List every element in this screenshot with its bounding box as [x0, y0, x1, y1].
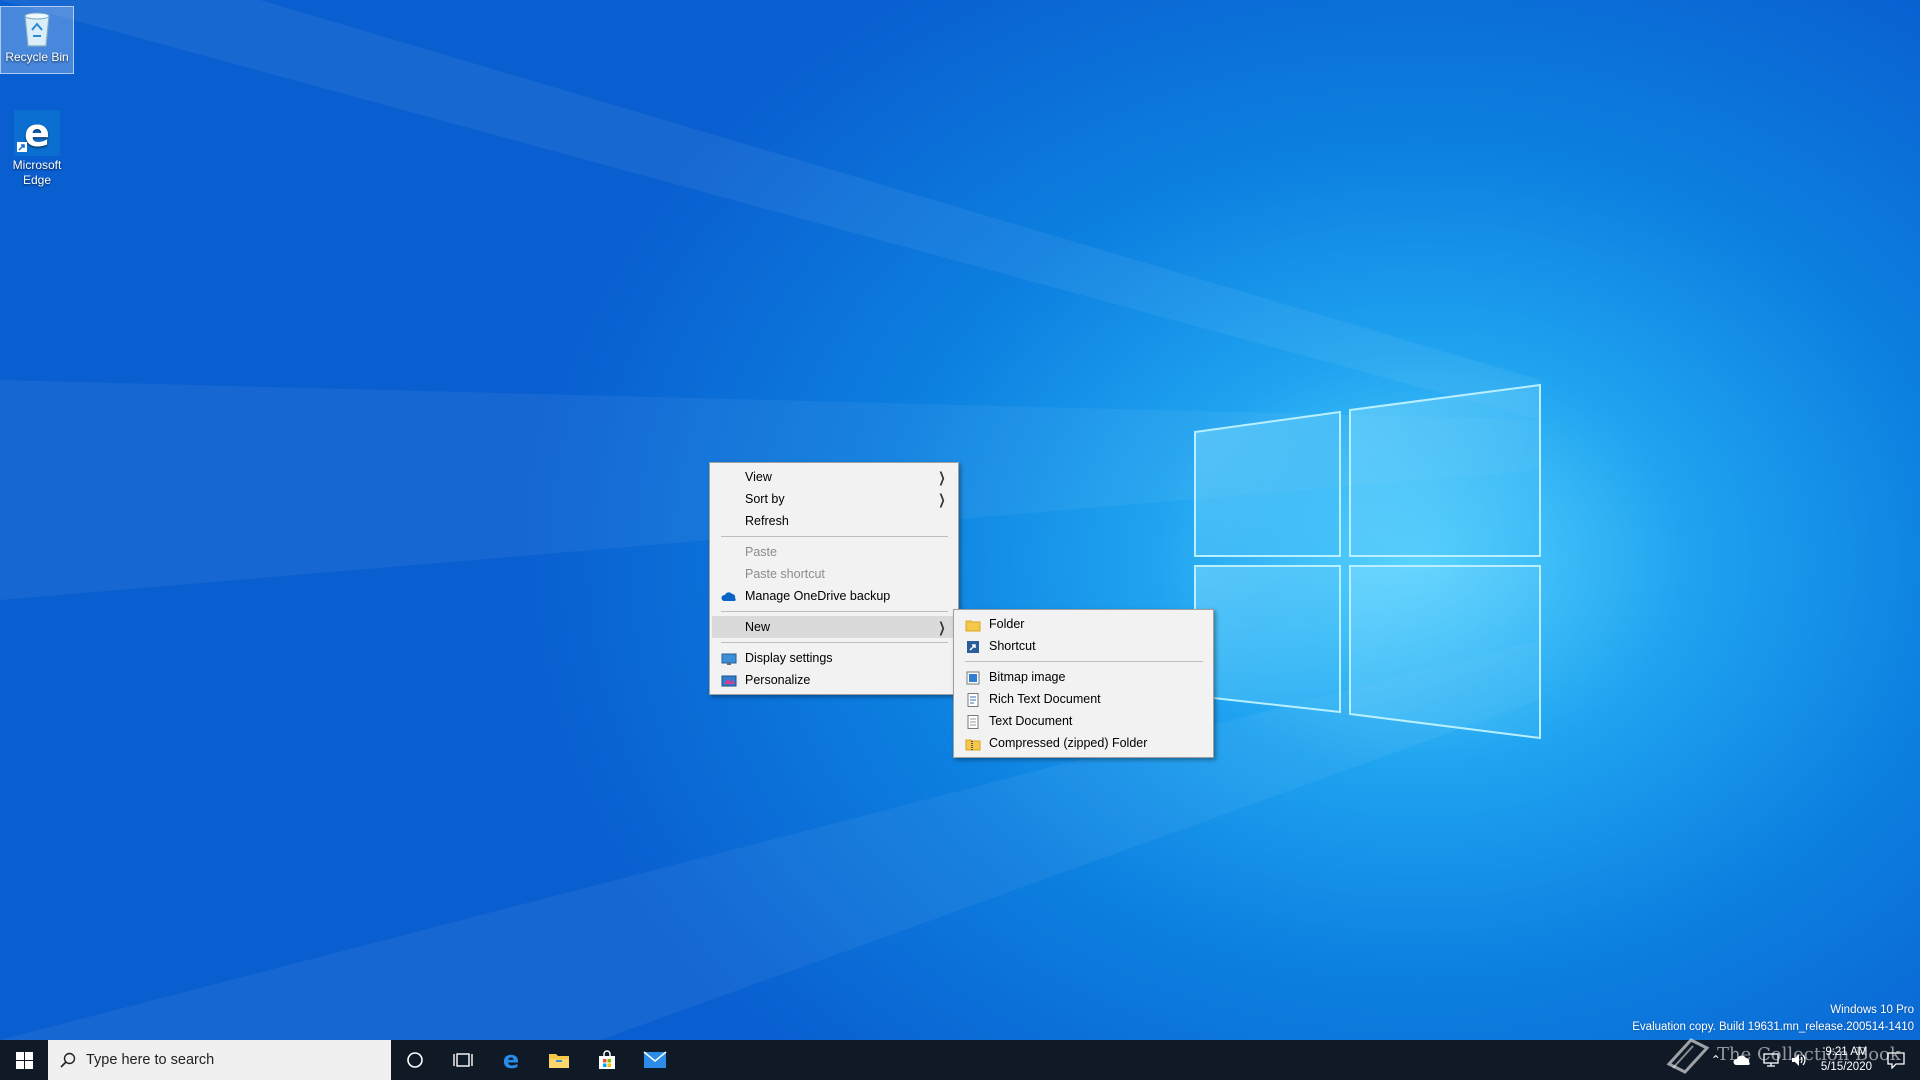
- taskbar-file-explorer-button[interactable]: [535, 1040, 583, 1080]
- menu-item-refresh[interactable]: Refresh: [712, 510, 956, 532]
- menu-item-label: Compressed (zipped) Folder: [989, 736, 1148, 750]
- menu-item-sort-by[interactable]: Sort by ❯: [712, 488, 956, 510]
- text-doc-icon: [965, 714, 980, 729]
- menu-separator: [721, 642, 948, 643]
- store-icon: [599, 1050, 615, 1069]
- menu-item-label: Refresh: [745, 514, 789, 528]
- onedrive-icon: [721, 589, 736, 603]
- taskbar-store-button[interactable]: [583, 1040, 631, 1080]
- taskbar: Type here to search e ⌃ 9:21 AM 5/15/202…: [0, 1040, 1920, 1080]
- menu-item-paste-shortcut[interactable]: Paste shortcut: [712, 563, 956, 585]
- menu-separator: [721, 611, 948, 612]
- submenu-item-folder[interactable]: Folder: [956, 613, 1211, 635]
- recycle-bin-icon: [17, 10, 57, 48]
- task-view-button[interactable]: [439, 1040, 487, 1080]
- chevron-right-icon: ❯: [938, 619, 946, 635]
- svg-text:e: e: [503, 1048, 519, 1072]
- desktop-icon-microsoft-edge[interactable]: e Microsoft Edge: [0, 106, 74, 191]
- rtf-icon: [965, 692, 980, 707]
- menu-item-label: Personalize: [745, 673, 811, 687]
- menu-item-new[interactable]: New ❯: [712, 616, 956, 638]
- menu-item-label: New: [745, 620, 771, 634]
- edge-icon: e: [503, 1048, 519, 1072]
- submenu-item-rich-text-document[interactable]: Rich Text Document: [956, 688, 1211, 710]
- menu-item-view[interactable]: View ❯: [712, 466, 956, 488]
- bitmap-icon: [965, 670, 980, 685]
- desktop-context-menu: View ❯ Sort by ❯ Refresh Paste Paste sho…: [709, 462, 959, 695]
- menu-item-label: View: [745, 470, 772, 484]
- menu-item-paste[interactable]: Paste: [712, 541, 956, 563]
- recycle-bin-label: Recycle Bin: [5, 50, 69, 64]
- edge-icon: e: [14, 110, 60, 156]
- chevron-right-icon: ❯: [938, 491, 946, 507]
- zip-folder-icon: [965, 736, 981, 751]
- search-placeholder: Type here to search: [86, 1052, 215, 1068]
- menu-separator: [721, 536, 948, 537]
- submenu-item-shortcut[interactable]: Shortcut: [956, 635, 1211, 657]
- cortana-icon: [407, 1052, 423, 1068]
- menu-item-label: Sort by: [745, 492, 785, 506]
- folder-icon: [549, 1054, 569, 1068]
- logo-watermark: The Collection Book: [1665, 1034, 1901, 1074]
- submenu-item-compressed-folder[interactable]: Compressed (zipped) Folder: [956, 732, 1211, 754]
- folder-icon: [965, 617, 981, 632]
- logo-watermark-text: The Collection Book: [1717, 1043, 1901, 1065]
- taskbar-mail-button[interactable]: [631, 1040, 679, 1080]
- menu-separator: [965, 661, 1203, 662]
- menu-item-label: Paste: [745, 545, 777, 559]
- search-box[interactable]: Type here to search: [48, 1040, 391, 1080]
- task-view-icon: [453, 1053, 473, 1067]
- book-logo-icon: [1666, 1038, 1710, 1074]
- watermark-edition: Windows 10 Pro: [1830, 1004, 1914, 1016]
- menu-item-personalize[interactable]: Personalize: [712, 669, 956, 691]
- build-watermark: Windows 10 Pro Evaluation copy. Build 19…: [1632, 1002, 1914, 1036]
- menu-item-display-settings[interactable]: Display settings: [712, 647, 956, 669]
- shortcut-icon: [965, 639, 980, 653]
- menu-item-label: Shortcut: [989, 639, 1036, 653]
- windows-logo-icon: [15, 1051, 33, 1069]
- menu-item-label: Manage OneDrive backup: [745, 589, 891, 603]
- search-icon: [60, 1052, 76, 1068]
- desktop-icon-recycle-bin[interactable]: Recycle Bin: [0, 6, 74, 74]
- edge-label: Microsoft Edge: [12, 158, 62, 187]
- svg-text:e: e: [24, 111, 50, 155]
- menu-item-label: Folder: [989, 617, 1025, 631]
- submenu-item-bitmap-image[interactable]: Bitmap image: [956, 666, 1211, 688]
- wallpaper: [0, 0, 1541, 1040]
- chevron-right-icon: ❯: [938, 469, 946, 485]
- taskbar-edge-button[interactable]: e: [487, 1040, 535, 1080]
- mail-icon: [643, 1051, 667, 1068]
- submenu-item-text-document[interactable]: Text Document: [956, 710, 1211, 732]
- menu-item-manage-onedrive-backup[interactable]: Manage OneDrive backup: [712, 585, 956, 607]
- display-icon: [721, 651, 737, 665]
- menu-item-label: Rich Text Document: [989, 692, 1101, 706]
- new-submenu: Folder Shortcut Bitmap image Rich Text D…: [953, 609, 1214, 758]
- personalize-icon: [721, 673, 737, 687]
- start-button[interactable]: [0, 1040, 48, 1080]
- cortana-button[interactable]: [391, 1040, 439, 1080]
- menu-item-label: Bitmap image: [989, 670, 1066, 684]
- menu-item-label: Text Document: [989, 714, 1073, 728]
- menu-item-label: Paste shortcut: [745, 567, 825, 581]
- menu-item-label: Display settings: [745, 651, 833, 665]
